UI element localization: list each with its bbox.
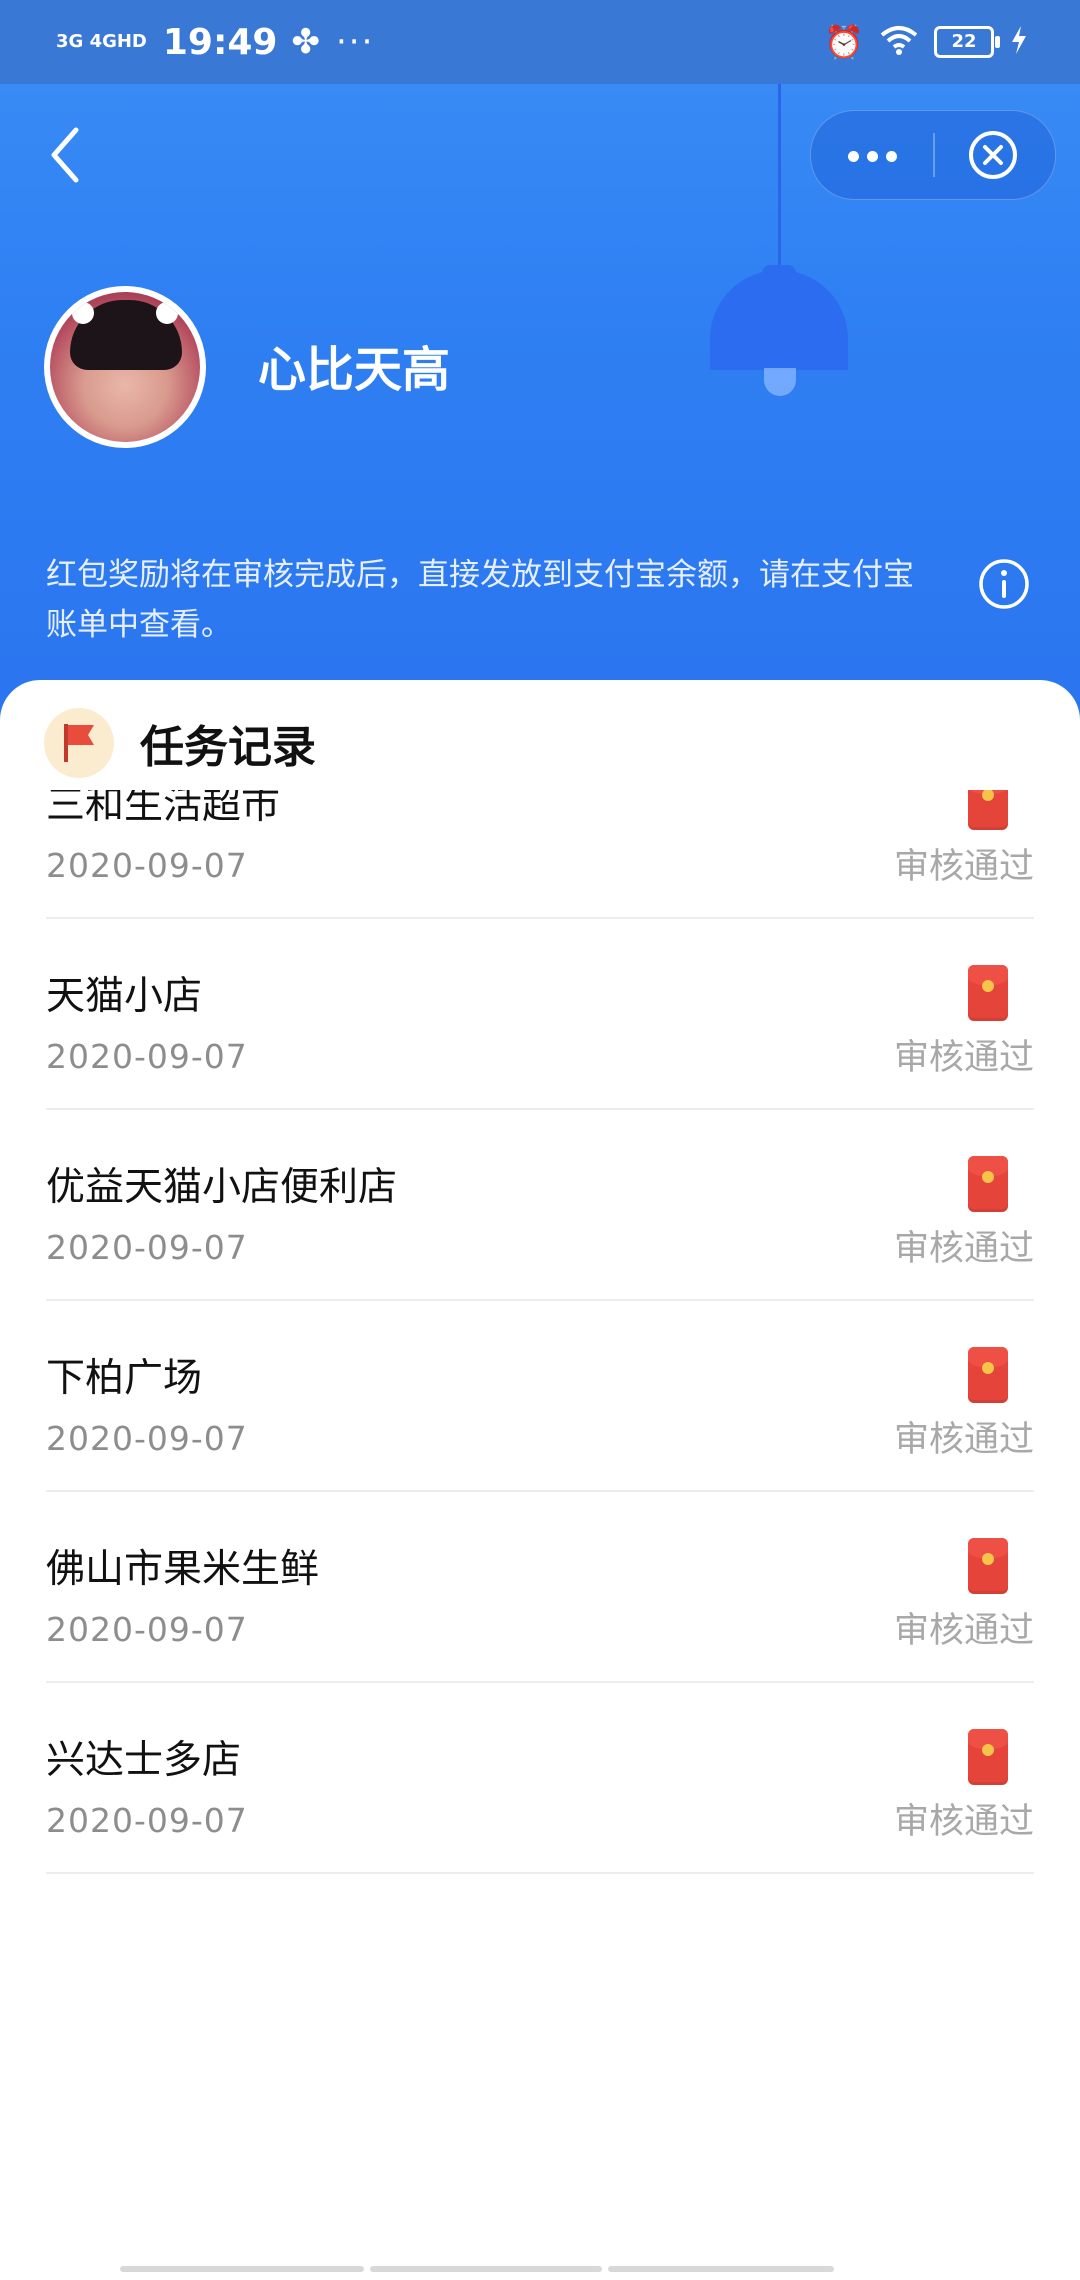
wifi-icon (880, 25, 918, 59)
red-packet-icon (968, 1538, 1008, 1594)
task-status: 审核通过 (893, 1420, 1034, 1460)
task-date: 2020-09-07 (46, 1610, 248, 1649)
user-name: 心比天高 (258, 342, 451, 398)
notification-more: ··· (335, 22, 375, 62)
section-header: 任务记录 (44, 708, 316, 778)
back-icon (51, 127, 79, 183)
more-icon (848, 151, 859, 162)
avatar-ear (72, 302, 94, 324)
info-icon (979, 559, 1029, 609)
lamp-decoration-icon (710, 270, 848, 370)
capsule-divider (933, 133, 935, 177)
task-store-name: 兴达士多店 (46, 1738, 242, 1783)
task-list-inner: 三和生活超市 2020-09-07 审核通过 天猫小店 2020-09-07 审核通过 优益… (0, 790, 1080, 1908)
info-button[interactable] (978, 558, 1030, 610)
close-button[interactable] (967, 129, 1019, 181)
more-icon-dot (867, 151, 878, 162)
red-packet-icon (968, 790, 1008, 830)
task-status: 审核通过 (893, 1038, 1034, 1078)
task-row[interactable]: 三和生活超市 2020-09-07 审核通过 (46, 790, 1034, 919)
task-date: 2020-09-07 (46, 846, 248, 885)
clock: 19:49 (162, 21, 278, 63)
status-bar: 3G 4GHD 19:49 ✤ ··· ⏰ 22 (0, 0, 1080, 84)
avatar-photo (50, 292, 200, 442)
red-packet-icon (968, 965, 1008, 1021)
more-button[interactable] (811, 111, 933, 199)
mini-program-capsule (810, 110, 1056, 200)
more-icon-dot (886, 151, 897, 162)
task-store-name: 下柏广场 (46, 1356, 203, 1401)
task-status: 审核通过 (893, 1611, 1034, 1651)
avatar-ear (156, 302, 178, 324)
avatar (44, 286, 206, 448)
header-banner: 3G 4GHD 19:49 ✤ ··· ⏰ 22 心比天高 红包奖励将在审核完成… (0, 0, 1080, 760)
lamp-bulb (764, 368, 796, 396)
indicator-segment (608, 2266, 834, 2272)
task-date: 2020-09-07 (46, 1037, 248, 1076)
back-button[interactable] (40, 118, 100, 192)
task-date: 2020-09-07 (46, 1228, 248, 1267)
task-store-name: 佛山市果米生鲜 (46, 1547, 320, 1592)
task-row[interactable]: 优益天猫小店便利店 2020-09-07 审核通过 (46, 1110, 1034, 1301)
task-status: 审核通过 (893, 1802, 1034, 1842)
charging-icon (1010, 25, 1028, 59)
task-date: 2020-09-07 (46, 1419, 248, 1458)
task-row[interactable]: 佛山市果米生鲜 2020-09-07 审核通过 (46, 1492, 1034, 1683)
flag-icon (44, 708, 114, 778)
red-packet-icon (968, 1347, 1008, 1403)
fan-icon: ✤ (291, 22, 320, 62)
task-row[interactable]: 下柏广场 2020-09-07 审核通过 (46, 1301, 1034, 1492)
red-packet-icon (968, 1156, 1008, 1212)
task-status: 审核通过 (893, 1229, 1034, 1269)
task-list[interactable]: 三和生活超市 2020-09-07 审核通过 天猫小店 2020-09-07 审核通过 优益… (0, 790, 1080, 1908)
task-row[interactable]: 天猫小店 2020-09-07 审核通过 (46, 919, 1034, 1110)
task-record-card: 任务记录 三和生活超市 2020-09-07 审核通过 天猫小店 2020-09-07 审… (0, 680, 1080, 2280)
reward-notice: 红包奖励将在审核完成后，直接发放到支付宝余额，请在支付宝账单中查看。 (46, 557, 914, 643)
section-title: 任务记录 (140, 722, 316, 773)
red-packet-icon (968, 1729, 1008, 1785)
battery-indicator: 22 (934, 26, 1000, 58)
network-indicator: 3G 4GHD (56, 31, 147, 52)
alarm-icon: ⏰ (824, 23, 864, 61)
indicator-segment (120, 2266, 364, 2272)
task-store-name: 天猫小店 (46, 974, 203, 1019)
task-row[interactable]: 兴达士多店 2020-09-07 审核通过 (46, 1683, 1034, 1874)
indicator-segment (370, 2266, 602, 2272)
task-store-name: 优益天猫小店便利店 (46, 1165, 398, 1210)
task-status: 审核通过 (893, 847, 1034, 887)
close-icon (969, 131, 1017, 179)
scroll-indicator (120, 2266, 834, 2272)
task-store-name: 三和生活超市 (46, 790, 281, 828)
task-row[interactable]: 廷皓服饰2020-09-07已放弃 (46, 1874, 1034, 1908)
task-date: 2020-09-07 (46, 1801, 248, 1840)
